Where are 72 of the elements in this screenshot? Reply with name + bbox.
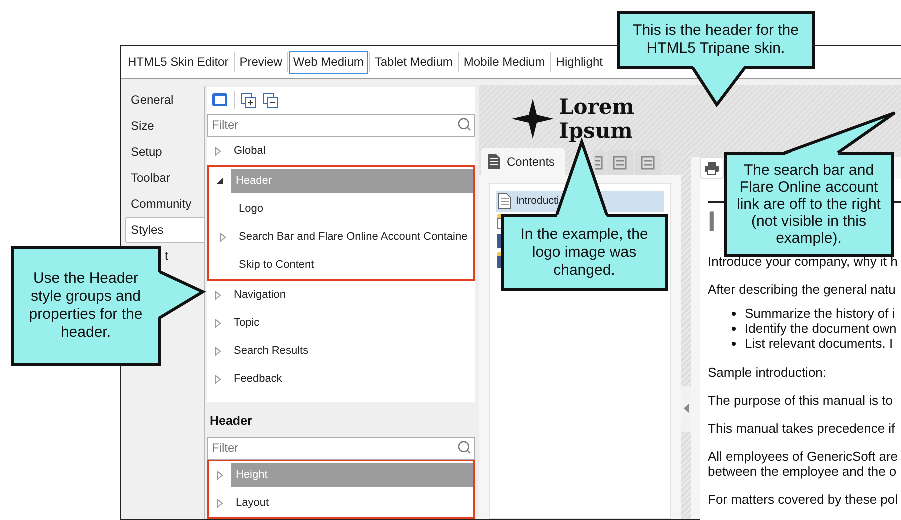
star-icon [512,98,554,138]
window-tab[interactable]: Highlight [552,50,607,74]
tree-item[interactable]: Global [229,139,475,163]
tree-item[interactable]: Layout [231,491,473,515]
window-tab[interactable]: Mobile Medium [460,50,550,74]
paragraph-line: After describing the general natu [708,282,897,297]
paragraph-line: between the employee and the o [708,464,898,479]
sidebar-item[interactable]: General [125,87,204,113]
list-icon [613,156,628,170]
bullet-text: Identify the document own [745,320,897,338]
print-button[interactable] [700,157,724,179]
window-tab[interactable]: Web Medium [289,50,368,74]
tree-item[interactable]: Topic [229,311,475,335]
nav-tab[interactable] [607,150,634,175]
filter-field[interactable]: Filter [207,436,475,460]
expand-arrow-icon[interactable] [215,290,221,300]
expand-arrow-icon[interactable] [217,498,223,508]
page-icon [498,193,512,210]
paragraph-line: This manual takes precedence if [708,421,896,436]
tree-item[interactable]: Search Results [229,339,475,363]
sidebar-item[interactable]: Setup [125,139,204,165]
window-tab[interactable]: HTML5 Skin Editor [124,50,233,74]
collapse-all-icon[interactable] [263,92,278,108]
list-icon [641,156,656,170]
tree-item[interactable]: Feedback [229,367,475,391]
callout: Use the Header style groups and properties for the header. [11,246,161,366]
tree-item[interactable]: Navigation [229,283,475,307]
logo-text: Lorem Ipsum [559,94,636,142]
expand-arrow-icon[interactable] [217,470,223,480]
document-icon [488,154,500,169]
collapse-handle[interactable] [681,386,691,432]
paragraph-line: The purpose of this manual is to [708,393,894,408]
expand-all-icon[interactable] [241,92,256,108]
expand-arrow-icon[interactable] [220,232,226,242]
paragraph-line: Sample introduction: [708,365,828,380]
caret-left-icon [684,404,688,413]
callout-pointer [158,270,206,320]
expand-arrow-icon[interactable] [215,146,221,156]
sidebar-item[interactable]: Size [125,113,204,139]
bullet-text: List relevant documents. I [745,336,894,353]
sidebar-item[interactable]: t [163,243,170,269]
panel-toggle-icon[interactable] [212,93,228,107]
bullet-icon [732,326,736,330]
bullet-text: Summarize the history of i [745,304,896,323]
topic-heading: I [708,206,716,238]
tree-item[interactable]: Search Bar and Flare Online Account Containe [234,225,473,249]
contents-tab[interactable]: Contents [481,148,566,175]
window-tab[interactable]: Preview [236,50,286,74]
window-tab[interactable]: Tablet Medium [370,50,457,74]
search-icon[interactable] [457,440,472,455]
sidebar-item[interactable]: Community [125,191,204,217]
nav-tab[interactable] [593,150,606,175]
sidebar-item[interactable]: Styles [125,217,204,243]
tree-item[interactable]: Logo [234,197,473,221]
properties-title: Header [209,413,254,430]
search-icon[interactable] [457,117,472,132]
nav-tab[interactable] [635,150,662,175]
bullet-icon [732,342,736,346]
sidebar-item[interactable]: Toolbar [125,165,204,191]
list-icon [595,156,604,170]
collapse-arrow-icon[interactable] [217,178,223,184]
paragraph-line: Introduce your company, why it h [708,254,899,269]
filter-field[interactable]: Filter [207,114,475,136]
tree-item[interactable]: Skip to Content [234,253,473,277]
paragraph-line: All employees of GenericSoft are [708,449,900,464]
printer-icon [705,162,719,174]
paragraph-line: For matters covered by these pol [708,492,900,507]
expand-arrow-icon[interactable] [215,374,221,384]
bullet-icon [732,312,736,316]
expand-arrow-icon[interactable] [215,346,221,356]
callout-pointer [692,66,746,108]
expand-arrow-icon[interactable] [215,318,221,328]
